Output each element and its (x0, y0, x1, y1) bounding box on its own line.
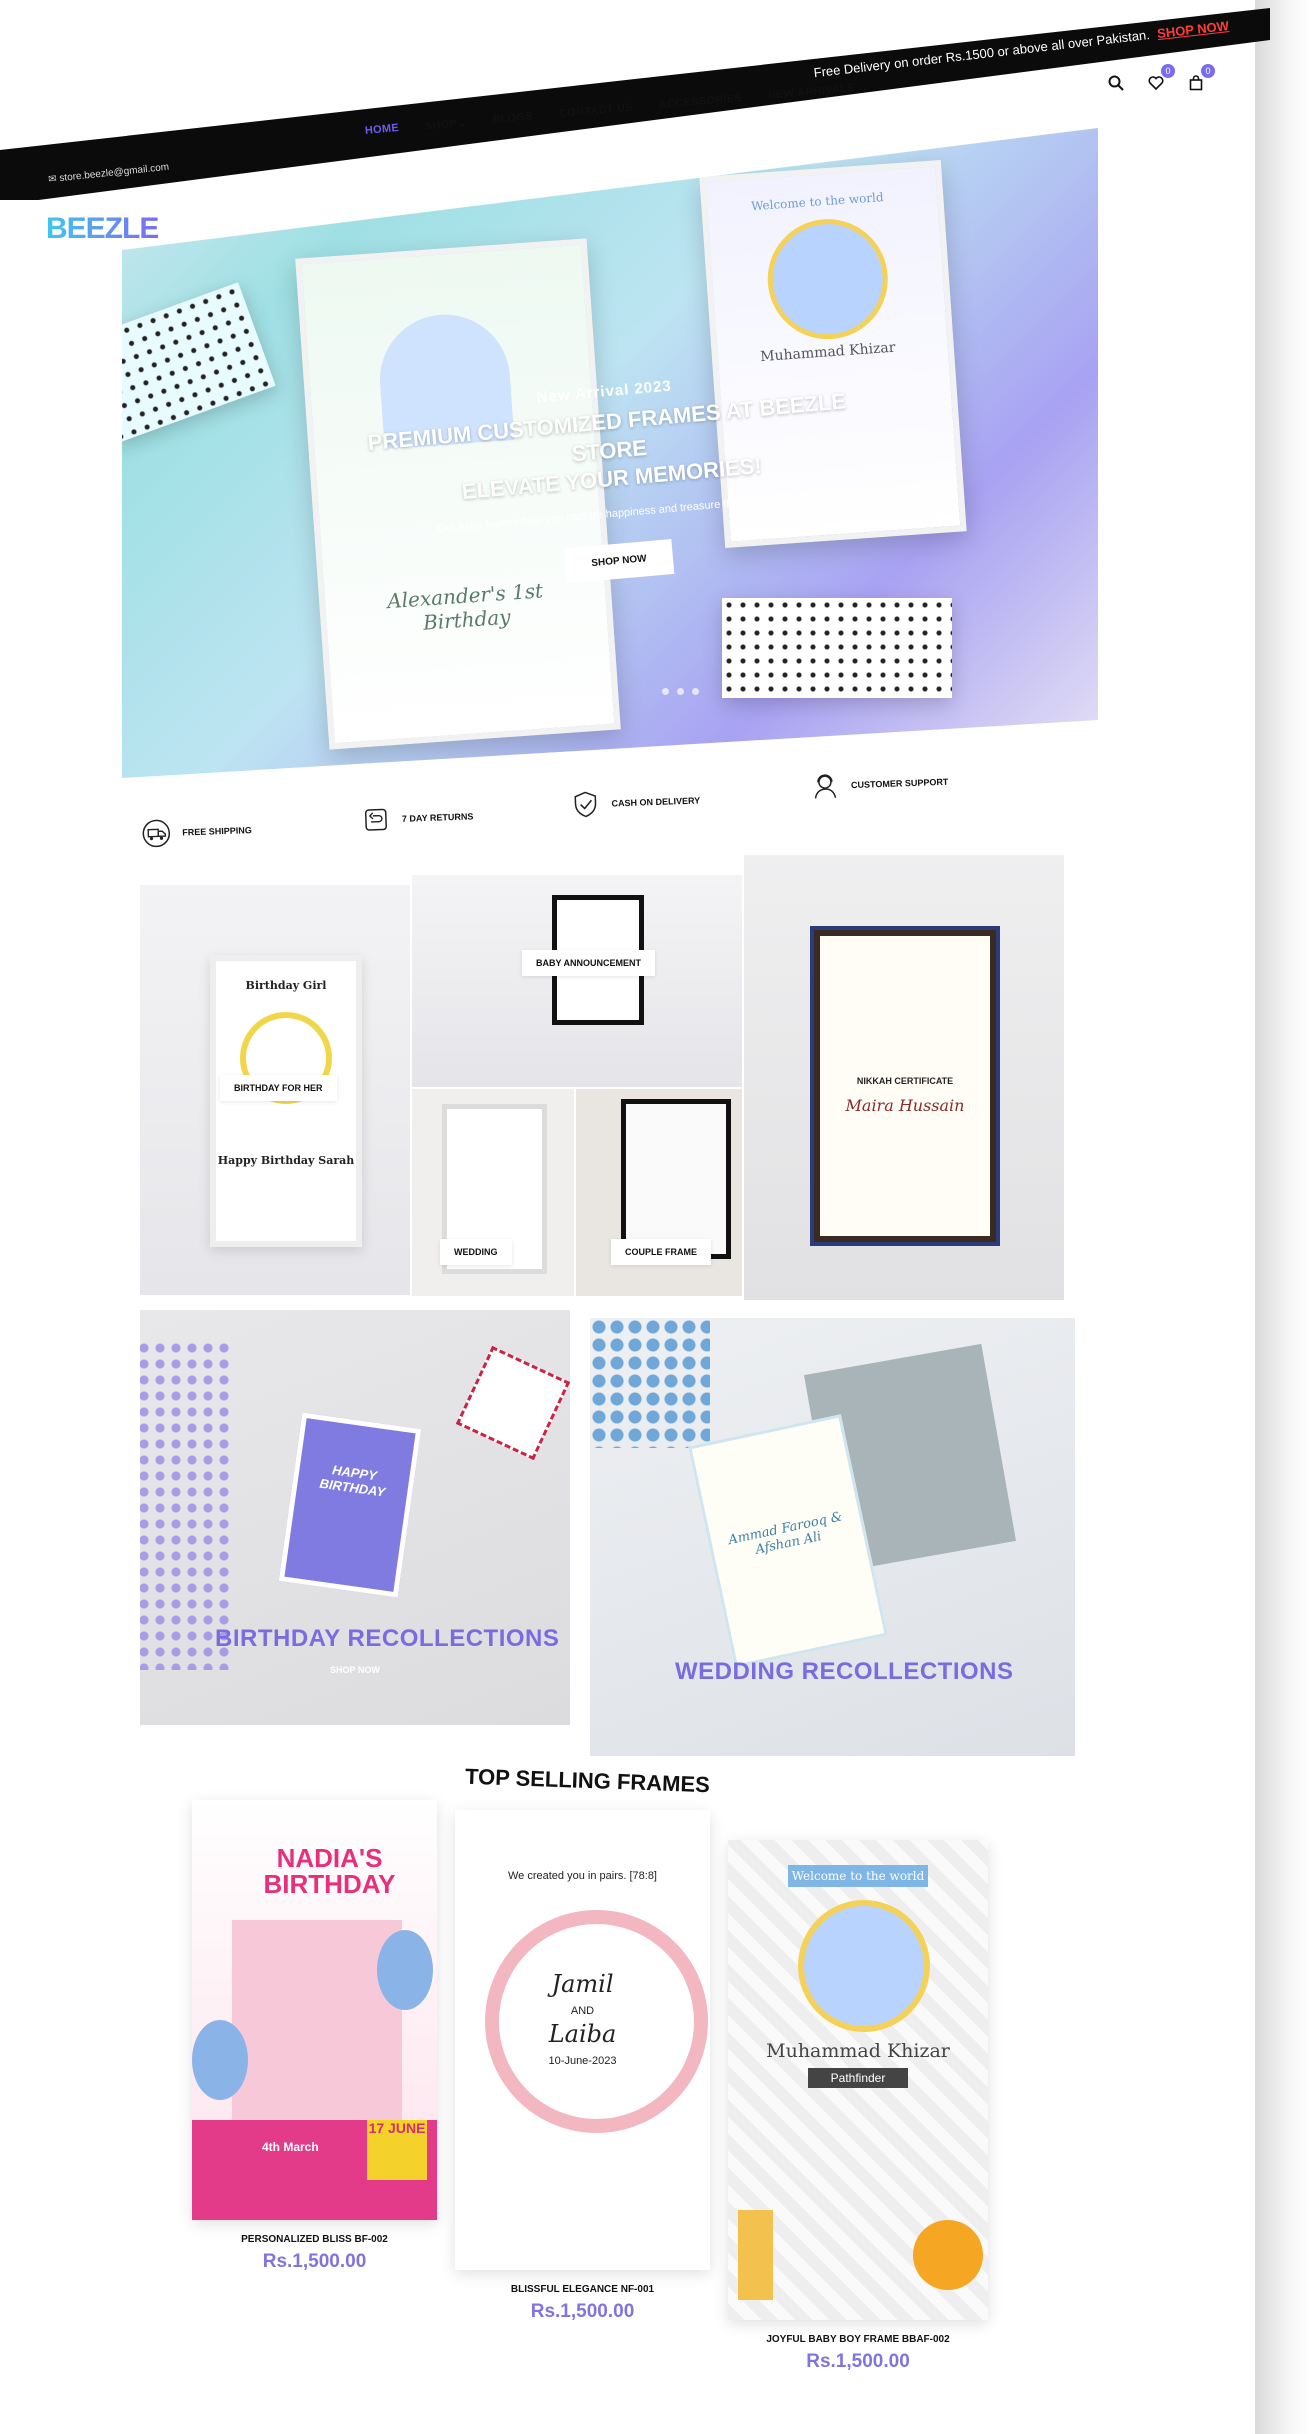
category-tile-wedding[interactable]: WEDDING (412, 1089, 574, 1296)
search-icon (1108, 75, 1124, 91)
nikkah-name: Maira Hussain (845, 1096, 965, 1115)
product-image-name-1: Jamil (551, 1970, 614, 1998)
product-card[interactable]: Welcome to the world Muhammad Khizar Pat… (728, 1840, 988, 2373)
product-image-verse: We created you in pairs. [78:8] (508, 1870, 657, 1882)
couple-frame-image (621, 1099, 731, 1259)
balloon-image (192, 2020, 248, 2100)
category-label: BABY ANNOUNCEMENT (522, 950, 656, 976)
product-image-date: 10-June-2023 (548, 2055, 617, 2067)
shopping-bag-icon (1189, 75, 1203, 91)
wedding-recollections-title: WEDDING RECOLLECTIONS (675, 1658, 1014, 1685)
cart-button[interactable]: 0 (1185, 64, 1215, 94)
girl-photo (232, 1920, 402, 2120)
hero-gift-box-image (722, 598, 952, 698)
category-grid: Birthday Girl Happy Birthday Sarah BIRTH… (140, 855, 1080, 1300)
page-edge-shadow (1255, 0, 1309, 2434)
product-image-subtitle: Pathfinder (808, 2068, 908, 2088)
baby-photo (763, 215, 892, 344)
feature-label: 7 DAY RETURNS (401, 811, 474, 824)
site-logo[interactable]: BEEZLE (46, 212, 159, 246)
product-image[interactable]: Welcome to the world Muhammad Khizar Pat… (728, 1840, 988, 2320)
product-card[interactable]: NADIA'S BIRTHDAY 4th March 17 JUNE PERSO… (192, 1800, 437, 2273)
product-name[interactable]: BLISSFUL ELEGANCE NF-001 (455, 2284, 710, 2295)
search-button[interactable] (1105, 72, 1127, 94)
feature-cash-on-delivery: CASH ON DELIVERY (569, 784, 701, 821)
heart-icon (1148, 76, 1164, 91)
category-label: WEDDING (440, 1239, 512, 1265)
category-tile-birthday-for-her[interactable]: Birthday Girl Happy Birthday Sarah BIRTH… (140, 885, 410, 1295)
cart-count-badge: 0 (1201, 64, 1215, 78)
feature-label: CASH ON DELIVERY (611, 795, 701, 809)
lion-illustration (913, 2220, 983, 2290)
carousel-dot[interactable] (677, 688, 684, 695)
hero-banner: Alexander's 1st Birthday Welcome to the … (122, 128, 1098, 778)
feature-label: FREE SHIPPING (182, 825, 252, 838)
product-image[interactable]: NADIA'S BIRTHDAY 4th March 17 JUNE (192, 1800, 437, 2220)
product-image[interactable]: We created you in pairs. [78:8] Jamil AN… (455, 1810, 710, 2270)
birthday-card-text: HAPPY BIRTHDAY (318, 1462, 387, 1500)
top-selling-title: TOP SELLING FRAMES (464, 1763, 711, 1798)
hero-frame-welcome: Welcome to the world (750, 190, 884, 214)
shield-check-icon (574, 791, 597, 818)
birthday-girl-text: Happy Birthday Sarah (217, 1154, 355, 1167)
wishlist-button[interactable]: 0 (1145, 64, 1175, 94)
birthday-girl-title: Birthday Girl (245, 979, 327, 992)
truck-icon (142, 819, 171, 848)
product-name[interactable]: PERSONALIZED BLISS BF-002 (192, 2234, 437, 2245)
support-agent-icon (814, 774, 837, 799)
wedding-card-names: Ammad Farooq & Afshan Ali (727, 1509, 844, 1558)
product-image-name: Muhammad Khizar (766, 2040, 950, 2062)
birthday-shop-now-link[interactable]: SHOP NOW (330, 1665, 380, 1675)
product-image-date: 17 JUNE (367, 2120, 427, 2180)
product-card[interactable]: We created you in pairs. [78:8] Jamil AN… (455, 1810, 710, 2323)
category-label: COUPLE FRAME (611, 1239, 711, 1265)
nikkah-title: NIKKAH CERTIFICATE (856, 1076, 954, 1086)
blue-flowers-image (590, 1318, 710, 1448)
product-image-title: NADIA'S BIRTHDAY (263, 1843, 396, 1899)
wedding-recollections-banner[interactable]: Ammad Farooq & Afshan Ali WEDDING RECOLL… (590, 1318, 1075, 1756)
feature-7-day-returns: 7 DAY RETURNS (359, 800, 474, 836)
gift-box-image (455, 1345, 570, 1461)
hero-shop-now-button[interactable]: SHOP NOW (563, 538, 675, 584)
product-price: Rs.1,500.00 (530, 2301, 635, 2322)
category-tile-baby-announcement[interactable]: BABY ANNOUNCEMENT (412, 875, 742, 1087)
birthday-girl-frame-image: Birthday Girl Happy Birthday Sarah (210, 955, 362, 1247)
feature-label: CUSTOMER SUPPORT (850, 776, 949, 791)
carousel-dot[interactable] (662, 688, 669, 695)
category-tile-couple-frame[interactable]: COUPLE FRAME (576, 1089, 742, 1296)
balloon-image (377, 1930, 433, 2010)
birthday-card-image: HAPPY BIRTHDAY (278, 1412, 422, 1598)
wishlist-count-badge: 0 (1161, 64, 1175, 78)
birthday-recollections-banner[interactable]: HAPPY BIRTHDAY BIRTHDAY RECOLLECTIONS SH… (140, 1310, 570, 1725)
product-image-and: AND (570, 2005, 595, 2017)
product-image-name-2: Laiba (548, 2020, 617, 2048)
category-tile-nikkah[interactable]: NIKKAH CERTIFICATE Maira Hussain (744, 855, 1064, 1300)
product-image-welcome: Welcome to the world (788, 1865, 928, 1887)
product-price: Rs.1,500.00 (806, 2351, 910, 2372)
baby-photo (798, 1900, 930, 2032)
product-image-event: 4th March (262, 2140, 319, 2154)
features-row: FREE SHIPPING 7 DAY RETURNS CASH ON DELI… (139, 757, 1081, 860)
feature-free-shipping: FREE SHIPPING (140, 814, 253, 850)
feature-customer-support: CUSTOMER SUPPORT (809, 766, 949, 803)
flowers-image (140, 1340, 230, 1670)
giraffe-illustration (738, 2210, 773, 2300)
category-label: BIRTHDAY FOR HER (220, 1075, 337, 1101)
hero-carousel-dots (662, 688, 699, 695)
return-box-icon (364, 808, 387, 831)
product-price: Rs.1,500.00 (262, 2251, 367, 2272)
nikkah-certificate-image: NIKKAH CERTIFICATE Maira Hussain (810, 926, 1000, 1246)
carousel-dot[interactable] (692, 688, 699, 695)
product-name[interactable]: JOYFUL BABY BOY FRAME BBAF-002 (728, 2334, 988, 2345)
header-icons: 0 0 (1105, 64, 1215, 94)
chevron-down-icon: ⌄ (456, 117, 468, 130)
birthday-recollections-title: BIRTHDAY RECOLLECTIONS (215, 1625, 560, 1652)
hero-gift-box-image (122, 282, 276, 444)
